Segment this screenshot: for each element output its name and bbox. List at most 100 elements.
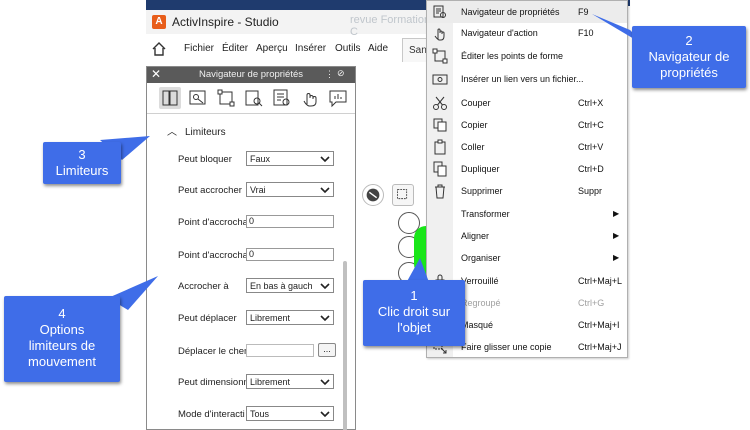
menu-item-inserer-lien[interactable]: Insérer un lien vers un fichier...: [427, 68, 627, 90]
app-title: ActivInspire - Studio: [172, 15, 279, 29]
menu-item-label: Regroupé: [461, 298, 501, 308]
property-label: Peut accrocher: [178, 185, 242, 196]
menu-item-label: Verrouillé: [461, 276, 499, 286]
notes-browser-icon[interactable]: [243, 87, 265, 109]
menu-item-label: Navigateur de propriétés: [461, 7, 560, 17]
point-accrochage-field[interactable]: 0: [246, 215, 334, 228]
object-browser-icon[interactable]: [215, 87, 237, 109]
window-top-strip: [146, 0, 436, 10]
menu-item-label: Copier: [461, 120, 488, 130]
callout-text: l'objet: [397, 320, 431, 335]
chevron-down-icon: [320, 379, 330, 386]
limiteurs-section-header[interactable]: ︿ Limiteurs: [167, 123, 226, 138]
menu-outils[interactable]: Outils: [335, 43, 361, 54]
property-browser-icon: [433, 5, 446, 18]
panel-header: ✕ Navigateur de propriétés ⋮ ⊘: [147, 67, 355, 83]
callout-text: limiteurs de: [28, 338, 96, 353]
dropdown-value: En bas à gauch: [250, 281, 313, 291]
background-window-title: revue Formation C: [350, 14, 431, 38]
panel-menu-icon[interactable]: ⋮: [325, 69, 334, 80]
resize-handle-icon[interactable]: [392, 184, 414, 206]
menu-item-shortcut: F9: [578, 7, 589, 17]
menu-item-navigateur-action[interactable]: Navigateur d'action F10: [427, 22, 627, 44]
panel-scrollbar[interactable]: [343, 261, 347, 430]
property-label: Peut bloquer: [178, 154, 232, 165]
menu-item-label: Transformer: [461, 209, 510, 219]
callout-number: 3: [78, 147, 86, 162]
pages-browser-icon[interactable]: [159, 87, 181, 109]
property-row-point-accrochage-2: Point d'accrocha 0: [178, 247, 348, 263]
submenu-arrow-icon: ▶: [613, 253, 620, 262]
property-row-mode-interaction: Mode d'interacti Tous: [178, 406, 348, 422]
browse-path-button[interactable]: ...: [318, 343, 336, 357]
menu-apercu[interactable]: Aperçu: [256, 43, 288, 54]
chevron-down-icon: [320, 411, 330, 418]
property-label: Point d'accrocha: [178, 217, 246, 228]
callout-1-clic-droit: 1 Clic droit sur l'objet: [363, 280, 465, 346]
callout-number: 4: [58, 306, 66, 321]
peut-dimensionner-dropdown[interactable]: Librement: [246, 374, 334, 389]
menu-item-organiser[interactable]: Organiser ▶: [427, 247, 627, 269]
property-row-peut-bloquer: Peut bloquer Faux: [178, 151, 348, 167]
property-row-peut-deplacer: Peut déplacer Librement: [178, 310, 348, 326]
callout-3-limiteurs: 3 Limiteurs: [43, 142, 121, 184]
menu-editer[interactable]: Éditer: [222, 43, 248, 54]
action-browser-icon[interactable]: [299, 87, 321, 109]
menu-item-shortcut: Ctrl+C: [578, 120, 604, 130]
menu-item-couper[interactable]: Couper Ctrl+X: [427, 92, 627, 114]
menu-aide[interactable]: Aide: [368, 43, 388, 54]
submenu-arrow-icon: ▶: [613, 231, 620, 240]
menu-inserer[interactable]: Insérer: [295, 43, 326, 54]
menu-item-shortcut: Ctrl+Maj+L: [578, 276, 623, 286]
menu-item-navigateur-proprietes[interactable]: Navigateur de propriétés F9: [427, 1, 627, 23]
peut-deplacer-dropdown[interactable]: Librement: [246, 310, 334, 325]
chevron-up-icon[interactable]: ︿: [167, 123, 177, 138]
rotate-handle-icon[interactable]: [362, 184, 384, 206]
section-title: Limiteurs: [185, 127, 226, 138]
menu-bar: Fichier Éditer Aperçu Insérer Outils Aid…: [146, 36, 436, 62]
chevron-down-icon: [320, 283, 330, 290]
menu-item-coller[interactable]: Coller Ctrl+V: [427, 136, 627, 158]
pin-icon[interactable]: ⊘: [337, 68, 345, 79]
property-browser-icon[interactable]: [271, 87, 293, 109]
property-row-deplacer-chemin: Déplacer le chem ...: [178, 343, 348, 359]
chevron-down-icon: [320, 187, 330, 194]
peut-accrocher-dropdown[interactable]: Vrai: [246, 182, 334, 197]
duplicate-icon: [433, 161, 447, 177]
menu-item-shortcut: F10: [578, 28, 594, 38]
menu-item-copier[interactable]: Copier Ctrl+C: [427, 114, 627, 136]
menu-fichier[interactable]: Fichier: [184, 43, 214, 54]
menu-item-label: Navigateur d'action: [461, 28, 538, 38]
menu-item-shortcut: Ctrl+Maj+J: [578, 342, 622, 352]
point-accrochage-field[interactable]: 0: [246, 248, 334, 261]
property-label: Point d'accrocha: [178, 250, 246, 261]
menu-item-label: Couper: [461, 98, 491, 108]
property-row-point-accrochage-1: Point d'accrocha 0: [178, 214, 348, 230]
submenu-arrow-icon: ▶: [613, 209, 620, 218]
menu-item-editer-points[interactable]: Éditer les points de forme: [427, 45, 627, 67]
menu-item-label: Faire glisser une copie: [461, 342, 552, 352]
chevron-down-icon: [320, 156, 330, 163]
scissors-icon: [433, 96, 447, 110]
home-icon[interactable]: [150, 40, 168, 58]
menu-item-label: Supprimer: [461, 186, 503, 196]
peut-bloquer-dropdown[interactable]: Faux: [246, 151, 334, 166]
menu-item-supprimer[interactable]: Supprimer Suppr: [427, 180, 627, 202]
menu-item-aligner[interactable]: Aligner ▶: [427, 225, 627, 247]
panel-divider: [147, 113, 355, 114]
callout-number: 1: [410, 288, 418, 303]
menu-item-label: Masqué: [461, 320, 494, 330]
path-field[interactable]: [246, 344, 314, 357]
callout-2-navigateur-proprietes: 2 Navigateur de propriétés: [632, 26, 746, 88]
window-edge: [628, 0, 630, 6]
voting-browser-icon[interactable]: [327, 87, 349, 109]
menu-item-dupliquer[interactable]: Dupliquer Ctrl+D: [427, 158, 627, 180]
mode-interaction-dropdown[interactable]: Tous: [246, 406, 334, 421]
menu-item-shortcut: Ctrl+X: [578, 98, 604, 108]
resource-browser-icon[interactable]: [187, 87, 209, 109]
menu-item-label: Insérer un lien vers un fichier...: [461, 74, 584, 84]
callout-text: Options: [39, 322, 85, 337]
menu-item-transformer[interactable]: Transformer ▶: [427, 203, 627, 225]
dropdown-value: Tous: [250, 409, 270, 419]
accrocher-a-dropdown[interactable]: En bas à gauch: [246, 278, 334, 293]
